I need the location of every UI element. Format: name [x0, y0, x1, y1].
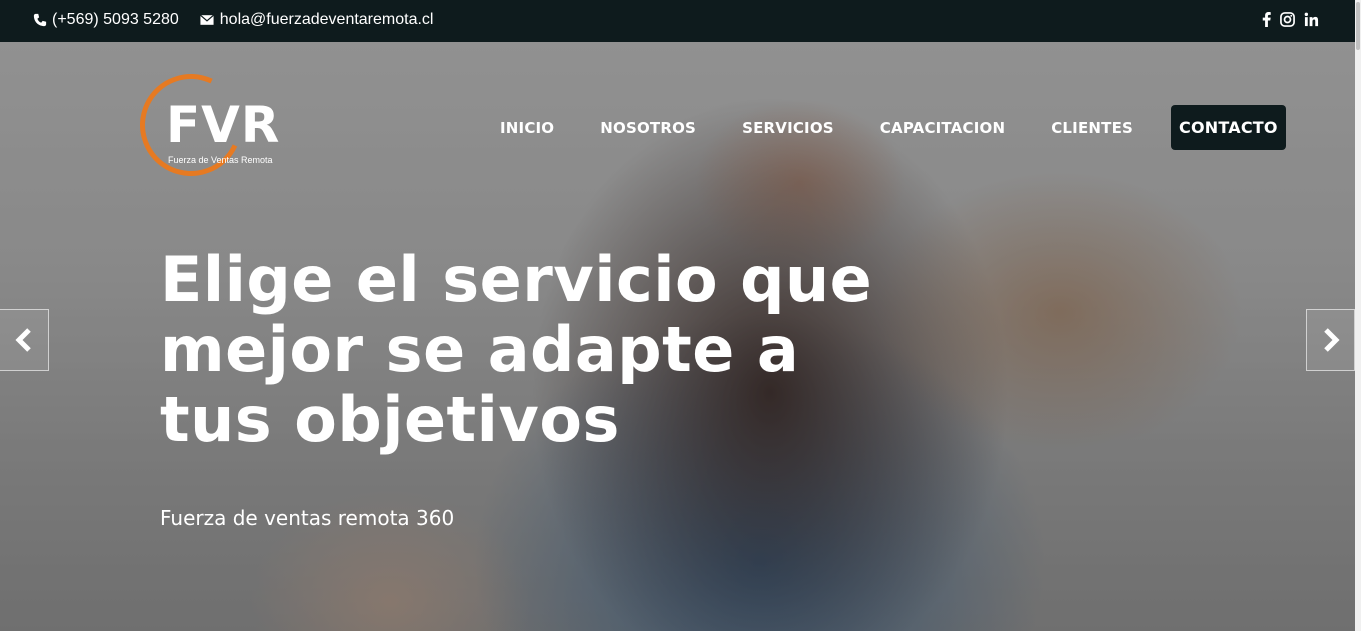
logo-tagline: Fuerza de Ventas Remota [168, 155, 273, 165]
phone-icon [33, 13, 47, 27]
facebook-icon[interactable] [1262, 12, 1271, 32]
chevron-right-icon [1323, 328, 1340, 352]
nav-item-nosotros[interactable]: NOSOTROS [577, 109, 719, 147]
contacto-button[interactable]: CONTACTO [1171, 105, 1286, 150]
site-logo[interactable]: FVR Fuerza de Ventas Remota [125, 59, 288, 191]
phone-link[interactable]: (+569) 5093 5280 [33, 11, 179, 29]
hero-headline: Elige el servicio que mejor se adapte a … [160, 243, 873, 456]
main-nav: INICIO NOSOTROS SERVICIOS CAPACITACION C… [477, 105, 1286, 150]
social-links [1262, 12, 1319, 32]
nav-item-clientes[interactable]: CLIENTES [1028, 109, 1156, 147]
slider-prev-button[interactable] [0, 309, 49, 371]
envelope-icon [199, 14, 214, 25]
instagram-icon[interactable] [1280, 12, 1295, 32]
email-address: hola@fuerzadeventaremota.cl [219, 11, 434, 28]
linkedin-icon[interactable] [1304, 12, 1319, 32]
page-scrollbar[interactable] [1355, 0, 1361, 631]
nav-item-capacitacion[interactable]: CAPACITACION [857, 109, 1028, 147]
scrollbar-thumb[interactable] [1356, 2, 1360, 50]
chevron-left-icon [15, 328, 31, 352]
contact-info: (+569) 5093 5280 hola@fuerzadeventaremot… [33, 11, 433, 29]
nav-item-servicios[interactable]: SERVICIOS [719, 109, 857, 147]
phone-number: (+569) 5093 5280 [52, 11, 179, 28]
nav-item-inicio[interactable]: INICIO [477, 109, 577, 147]
logo-mark: FVR [166, 96, 281, 154]
top-bar: (+569) 5093 5280 hola@fuerzadeventaremot… [0, 0, 1361, 42]
slider-next-button[interactable] [1306, 309, 1355, 371]
email-link[interactable]: hola@fuerzadeventaremota.cl [199, 11, 434, 29]
hero-subheadline: Fuerza de ventas remota 360 [160, 506, 455, 530]
